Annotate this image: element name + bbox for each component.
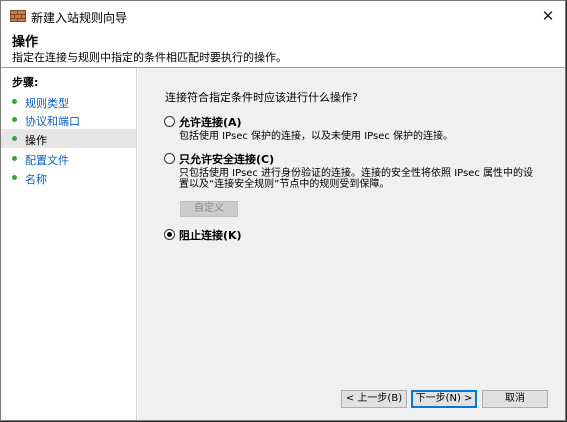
page-description: 指定在连接与规则中指定的条件相匹配时要执行的操作。 bbox=[12, 51, 287, 64]
radio-label[interactable]: 允许连接(A) bbox=[179, 114, 242, 130]
sidebar-item-label: 协议和端口 bbox=[25, 115, 80, 128]
sidebar-item-rule-type[interactable]: 规则类型 bbox=[1, 92, 136, 111]
action-question: 连接符合指定条件时应该进行什么操作? bbox=[165, 91, 358, 104]
steps-label: 步骤: bbox=[12, 76, 39, 89]
sidebar-item-label: 配置文件 bbox=[25, 154, 69, 167]
sidebar-item-label: 名称 bbox=[25, 173, 47, 186]
step-bullet-icon bbox=[12, 136, 17, 141]
steps-sidebar: 步骤: 规则类型 协议和端口 操作 配置文件 名称 bbox=[1, 68, 137, 420]
back-button[interactable]: < 上一步(B) bbox=[341, 390, 407, 408]
cancel-button[interactable]: 取消 bbox=[482, 390, 548, 408]
radio-button[interactable] bbox=[164, 116, 175, 127]
step-bullet-icon bbox=[12, 117, 17, 122]
description-line: 只包括使用 IPsec 进行身份验证的连接。连接的安全性将依照 IPsec 属性… bbox=[179, 168, 534, 179]
step-bullet-icon bbox=[12, 99, 17, 104]
radio-label[interactable]: 只允许安全连接(C) bbox=[179, 151, 274, 167]
title-bar: 新建入站规则向导 ✕ bbox=[1, 1, 565, 31]
sidebar-item-name[interactable]: 名称 bbox=[1, 168, 136, 187]
step-bullet-icon bbox=[12, 156, 17, 161]
next-button[interactable]: 下一步(N) > bbox=[411, 390, 477, 408]
sidebar-item-action[interactable]: 操作 bbox=[1, 129, 136, 148]
close-button[interactable]: ✕ bbox=[531, 1, 565, 31]
sidebar-item-label: 规则类型 bbox=[25, 97, 69, 110]
page-title: 操作 bbox=[12, 35, 39, 50]
sidebar-item-label: 操作 bbox=[25, 134, 47, 147]
sidebar-item-protocol-ports[interactable]: 协议和端口 bbox=[1, 110, 136, 129]
page-header: 操作 指定在连接与规则中指定的条件相匹配时要执行的操作。 bbox=[1, 31, 565, 67]
radio-label[interactable]: 阻止连接(K) bbox=[179, 227, 242, 243]
content-panel: 连接符合指定条件时应该进行什么操作? 允许连接(A) 包括使用 IPsec 保护… bbox=[138, 68, 565, 420]
secure-connection-description: 只包括使用 IPsec 进行身份验证的连接。连接的安全性将依照 IPsec 属性… bbox=[179, 168, 533, 190]
radio-button[interactable] bbox=[164, 229, 175, 240]
wizard-window: 新建入站规则向导 ✕ 操作 指定在连接与规则中指定的条件相匹配时要执行的操作。 … bbox=[0, 0, 566, 421]
description-line: 置以及“连接安全规则”节点中的规则受到保障。 bbox=[179, 179, 390, 190]
close-icon: ✕ bbox=[541, 7, 555, 25]
description-line: 包括使用 IPsec 保护的连接，以及未使用 IPsec 保护的连接。 bbox=[179, 131, 454, 142]
window-title: 新建入站规则向导 bbox=[31, 11, 128, 25]
radio-button[interactable] bbox=[164, 153, 175, 164]
step-bullet-icon bbox=[12, 175, 17, 180]
customize-button[interactable]: 自定义 bbox=[180, 201, 238, 217]
sidebar-item-profile[interactable]: 配置文件 bbox=[1, 149, 136, 168]
allow-connection-description: 包括使用 IPsec 保护的连接，以及未使用 IPsec 保护的连接。 bbox=[179, 131, 453, 142]
firewall-icon bbox=[10, 9, 26, 23]
